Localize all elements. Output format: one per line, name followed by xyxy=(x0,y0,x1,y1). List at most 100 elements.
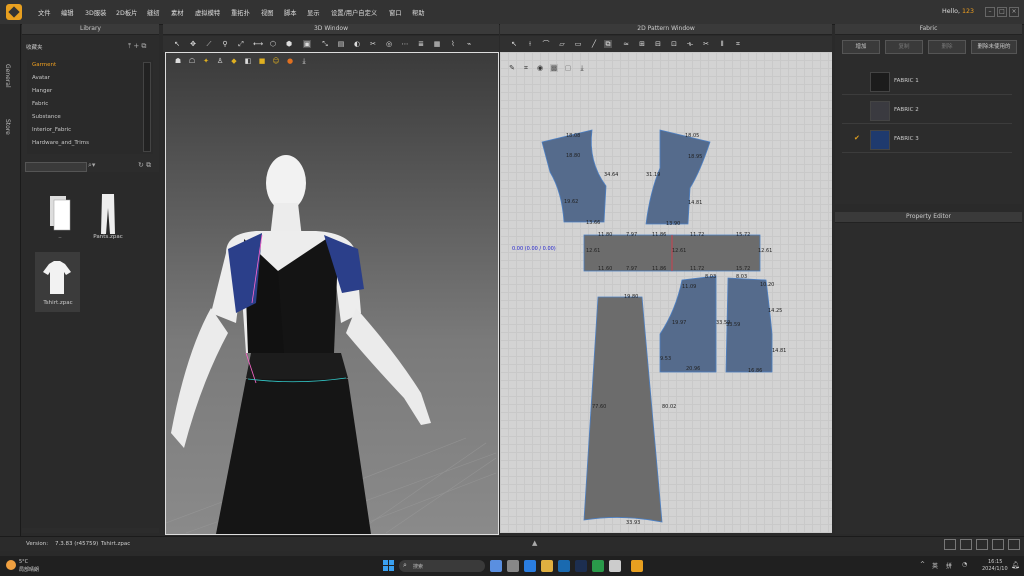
task-view-icon[interactable] xyxy=(507,560,519,572)
layout-icon-2[interactable] xyxy=(960,539,972,550)
copilot-icon[interactable] xyxy=(490,560,502,572)
menu-2d-pattern[interactable]: 2D板片 xyxy=(116,8,137,17)
fabric-item[interactable]: ✔ FABRIC 3 xyxy=(842,124,1012,153)
network-icon[interactable]: ◔ xyxy=(962,561,967,568)
clock-time[interactable]: 16:15 xyxy=(988,559,1002,565)
clo-app-icon[interactable] xyxy=(631,560,643,572)
edit-sewing-icon[interactable]: ⊞ xyxy=(638,40,646,48)
simulation-icon[interactable]: ▣ xyxy=(303,40,311,48)
transform-icon[interactable]: ↖ xyxy=(510,40,518,48)
tape-icon[interactable]: ⌁ xyxy=(465,40,473,48)
layout-icon-3[interactable] xyxy=(976,539,988,550)
menu-3d-garment[interactable]: 3D服装 xyxy=(85,8,106,17)
select-icon[interactable]: ↖ xyxy=(173,40,181,48)
layout-icon-4[interactable] xyxy=(992,539,1004,550)
polygon-icon[interactable]: ▱ xyxy=(558,40,566,48)
ime-indicator[interactable]: 拼 xyxy=(946,561,952,570)
tree-item-hanger[interactable]: Hanger xyxy=(32,88,52,94)
lang-indicator[interactable]: 英 xyxy=(932,561,938,570)
tree-item-avatar[interactable]: Avatar xyxy=(32,75,50,81)
menu-edit[interactable]: 编辑 xyxy=(61,8,74,17)
trace-icon[interactable]: ⊡ xyxy=(670,40,678,48)
texture-2d-icon[interactable]: ⌗ xyxy=(734,40,742,48)
store-icon[interactable] xyxy=(592,560,604,572)
tree-item-substance[interactable]: Substance xyxy=(32,114,61,120)
puckering-icon[interactable]: ⌇ xyxy=(449,40,457,48)
fit-icon[interactable]: ◐ xyxy=(353,40,361,48)
delete-unused-button[interactable]: 删除未使用的 xyxy=(971,40,1017,54)
taskbar-search-box[interactable]: ⌕ 搜索 xyxy=(399,560,485,572)
edge-icon[interactable] xyxy=(524,560,536,572)
tab-store[interactable]: Store xyxy=(4,119,11,135)
fabric-item[interactable]: FABRIC 2 xyxy=(842,95,1012,124)
photoshop-icon[interactable] xyxy=(575,560,587,572)
add-fabric-button[interactable]: 增加 xyxy=(842,40,880,54)
pants-thumbnail-icon[interactable] xyxy=(88,190,128,240)
topstitch-icon[interactable]: ⋯ xyxy=(401,40,409,48)
internal-line-icon[interactable]: ╱ xyxy=(590,40,598,48)
menu-avatar[interactable]: 虚拟模特 xyxy=(195,8,220,17)
measure-2d-icon[interactable]: ⟛ xyxy=(686,40,694,48)
refresh-icon[interactable]: ↻ ⧉ xyxy=(138,161,151,170)
layout-icon-1[interactable] xyxy=(944,539,956,550)
windows-start-icon[interactable] xyxy=(383,560,395,572)
notification-icon[interactable]: 🔔︎ xyxy=(1011,561,1020,569)
layout-icon-5[interactable] xyxy=(1008,539,1020,550)
tack-icon[interactable]: ⟋ xyxy=(205,40,213,48)
arrange-icon[interactable]: ⬡ xyxy=(269,40,277,48)
rectangle-icon[interactable]: ▭ xyxy=(574,40,582,48)
menu-retopology[interactable]: 重拓扑 xyxy=(231,8,250,17)
tree-item-garment[interactable]: Garment xyxy=(32,62,56,68)
delete-fabric-button[interactable]: 删除 xyxy=(928,40,966,54)
tree-item-interior-fabric[interactable]: Interior_Fabric xyxy=(32,127,71,133)
tree-scrollbar[interactable] xyxy=(143,62,151,152)
tab-general[interactable]: General xyxy=(4,64,11,88)
menu-settings[interactable]: 设置/用户自定义 xyxy=(331,8,377,17)
menu-script[interactable]: 脚本 xyxy=(284,8,297,17)
minimize-icon[interactable]: – xyxy=(985,7,995,17)
move-icon[interactable]: ✥ xyxy=(189,40,197,48)
weather-icon[interactable] xyxy=(6,560,16,570)
menu-help[interactable]: 帮助 xyxy=(412,8,425,17)
search-dropdown-icon[interactable]: ⌕▾ xyxy=(88,161,95,170)
app-logo-icon[interactable] xyxy=(6,4,22,20)
tree-item-hardware[interactable]: Hardware_and_Trims xyxy=(32,140,89,146)
expand-up-icon[interactable]: ▲ xyxy=(532,539,537,547)
zip-icon[interactable]: ✂ xyxy=(369,40,377,48)
menu-window[interactable]: 窗口 xyxy=(389,8,402,17)
file-explorer-icon[interactable] xyxy=(541,560,553,572)
menu-file[interactable]: 文件 xyxy=(38,8,51,17)
viewport-2d[interactable]: ✎ ⌗ ◉ ▩ ▢ ⤓ 0.00 (0.00 / 0.00) 18.08 18.… xyxy=(500,52,832,533)
menu-display[interactable]: 显示 xyxy=(307,8,320,17)
pleat-icon[interactable]: ≣ xyxy=(417,40,425,48)
pattern-icon[interactable]: ▦ xyxy=(433,40,441,48)
button-icon[interactable]: ◎ xyxy=(385,40,393,48)
tree-item-fabric[interactable]: Fabric xyxy=(32,101,48,107)
measure-icon[interactable]: ⟷ xyxy=(253,40,263,48)
mail-icon[interactable] xyxy=(558,560,570,572)
segment-sewing-icon[interactable]: ⧉ xyxy=(604,40,612,48)
tshirt-thumbnail-icon[interactable] xyxy=(37,256,77,306)
pin-icon[interactable]: ⚲ xyxy=(221,40,229,48)
pin-2d-icon[interactable]: ✂ xyxy=(702,40,710,48)
pleats-icon[interactable]: ⦀ xyxy=(718,40,726,48)
free-sewing-icon[interactable]: ≈ xyxy=(622,40,630,48)
user-name[interactable]: 123 xyxy=(962,8,974,15)
folder-up-icon[interactable] xyxy=(40,190,80,240)
viewport-3d[interactable]: ☗ ☖ ✦ ♙ ◆ ◧ ■ ☺ ● ⤓ xyxy=(165,52,499,535)
app-icon[interactable] xyxy=(609,560,621,572)
menu-sewing[interactable]: 缝纫 xyxy=(147,8,160,17)
menu-view[interactable]: 视图 xyxy=(261,8,274,17)
tray-up-icon[interactable]: ^ xyxy=(920,561,925,568)
fabric-item[interactable]: FABRIC 1 xyxy=(842,66,1012,95)
close-icon[interactable]: × xyxy=(1009,7,1019,17)
edit-point-icon[interactable]: ⟊ xyxy=(526,40,534,48)
curve-icon[interactable]: ⌒ xyxy=(542,40,550,48)
menu-materials[interactable]: 素材 xyxy=(171,8,184,17)
library-search-input[interactable] xyxy=(25,162,87,172)
maximize-icon[interactable]: □ xyxy=(997,7,1007,17)
flatten-icon[interactable]: ▤ xyxy=(337,40,345,48)
clock-date[interactable]: 2024/1/10 xyxy=(982,566,1008,572)
grid-icon[interactable]: ⊟ xyxy=(654,40,662,48)
library-actions-icon[interactable]: ⤒ + ⧉ xyxy=(128,42,146,51)
